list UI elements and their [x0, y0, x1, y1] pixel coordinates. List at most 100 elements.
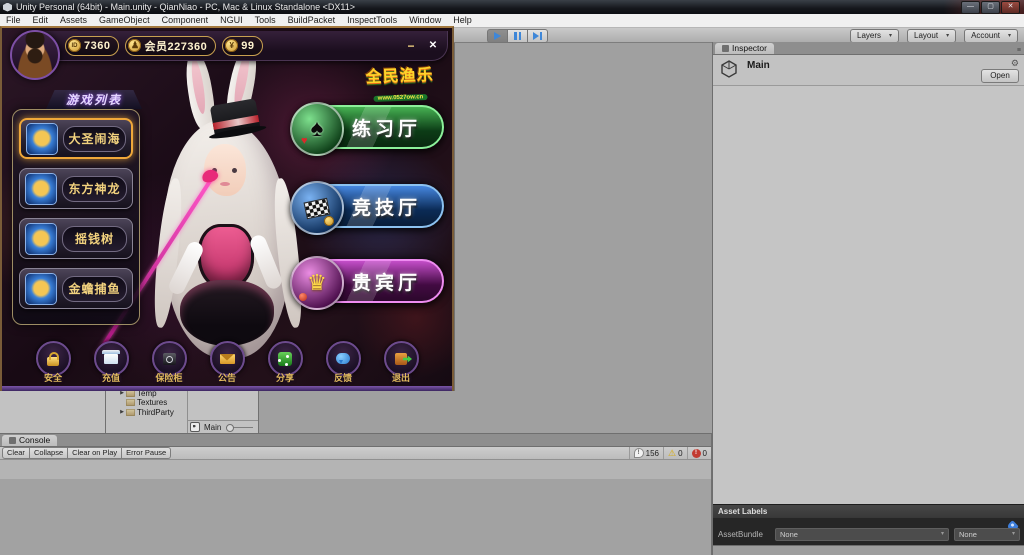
safety-button[interactable]: 安全	[30, 341, 76, 384]
id-badge-icon	[68, 39, 81, 52]
exit-button[interactable]: 退出	[378, 341, 424, 384]
tab-inspector[interactable]: Inspector	[715, 43, 774, 54]
step-button[interactable]	[528, 29, 548, 43]
footer-label: 分享	[276, 371, 294, 384]
game-item-yaoqianshu[interactable]: 摇钱树	[19, 218, 133, 259]
announcement-button[interactable]: 公告	[204, 341, 250, 384]
console-counters: 156 0 0	[629, 447, 711, 459]
assetbundle-dropdown[interactable]: None	[775, 528, 949, 541]
game-thumbnail-icon	[25, 173, 57, 205]
folder-label: ThirdParty	[137, 408, 174, 417]
titlebar: Unity Personal (64bit) - Main.unity - Qi…	[0, 0, 1024, 14]
layout-dropdown[interactable]: Layout	[907, 29, 956, 43]
recharge-button[interactable]: 充值	[88, 341, 134, 384]
console-tab-icon	[9, 437, 16, 444]
folder-row[interactable]: Textures	[106, 398, 187, 408]
shop-icon	[104, 354, 118, 364]
logo-url: www.0527ow.cn	[374, 94, 428, 102]
game-list-title: 游戏列表	[46, 90, 142, 109]
info-count: 156	[646, 449, 659, 458]
game-close-button[interactable]	[425, 38, 441, 53]
game-minimize-button[interactable]	[403, 38, 419, 53]
empty-area	[0, 479, 712, 555]
game-item-label: 东方神龙	[62, 176, 127, 202]
expand-arrow-icon[interactable]	[118, 390, 126, 396]
error-counter[interactable]: 0	[687, 447, 711, 459]
assetbundle-value: None	[780, 529, 798, 540]
share-button[interactable]: 分享	[262, 341, 308, 384]
hall-label: 练习厅	[296, 114, 421, 141]
unity-cube-icon	[719, 59, 739, 79]
thumbnail-zoom-slider[interactable]	[226, 427, 253, 428]
tab-console[interactable]: Console	[2, 435, 57, 446]
vip-hall-button[interactable]: 贵宾厅	[294, 259, 444, 303]
play-icon	[494, 32, 501, 40]
slider-knob[interactable]	[226, 424, 234, 432]
account-dropdown[interactable]: Account	[964, 29, 1018, 43]
game-item-dongfangshenlong[interactable]: 东方神龙	[19, 168, 133, 209]
console-clear-button[interactable]: Clear	[2, 447, 30, 459]
safe-icon	[163, 353, 176, 365]
game-footer-menu: 安全 充值 保险柜 公告 分享 反馈 退出	[30, 341, 424, 384]
game-list-panel: 大圣闹海 东方神龙 摇钱树 金蟾捕鱼	[12, 109, 140, 325]
game-top-bar: 7360 会员227360 99	[28, 31, 448, 61]
trophy-icon	[290, 256, 344, 310]
pause-button[interactable]	[508, 29, 528, 43]
logo-text: 全民渔乐	[351, 60, 448, 87]
feedback-button[interactable]: 反馈	[320, 341, 366, 384]
console-log-area[interactable]	[0, 460, 711, 480]
checker-pattern	[303, 197, 330, 219]
player-id-pill: 7360	[65, 36, 119, 56]
practice-hall-button[interactable]: 练习厅	[294, 105, 444, 149]
window-minimize-button[interactable]: —	[961, 1, 980, 14]
assetbundle-variant-dropdown[interactable]: None	[954, 528, 1020, 541]
inspector-tab-label: Inspector	[732, 43, 767, 54]
footer-label: 保险柜	[155, 371, 182, 384]
console-collapse-toggle[interactable]: Collapse	[30, 447, 68, 459]
console-clear-on-play-toggle[interactable]: Clear on Play	[68, 447, 122, 459]
footer-label: 公告	[218, 371, 236, 384]
member-icon	[128, 39, 141, 52]
variant-value: None	[959, 529, 977, 540]
inspector-panel: Inspector ≡ Main Open Asset Labels Asset…	[712, 42, 1024, 555]
footer-label: 安全	[44, 371, 62, 384]
inspector-header: Main Open	[713, 55, 1024, 86]
warning-icon	[668, 449, 676, 458]
playing-cards-icon	[290, 102, 344, 156]
expand-arrow-icon[interactable]	[118, 409, 126, 415]
open-button[interactable]: Open	[981, 69, 1019, 83]
layers-dropdown[interactable]: Layers	[850, 29, 899, 43]
game-item-dashengnaohai[interactable]: 大圣闹海	[19, 118, 133, 159]
game-thumbnail-icon	[25, 223, 57, 255]
arena-hall-button[interactable]: 竞技厅	[294, 184, 444, 228]
exit-door-icon	[395, 353, 407, 365]
console-tab-label: Console	[19, 435, 50, 446]
game-item-label: 摇钱树	[62, 226, 127, 252]
window-close-button[interactable]: ✕	[1001, 1, 1020, 14]
console-error-pause-toggle[interactable]: Error Pause	[122, 447, 171, 459]
project-footer: Main	[188, 420, 258, 433]
envelope-icon	[220, 354, 235, 364]
gear-icon[interactable]	[1011, 58, 1019, 69]
vault-button[interactable]: 保险柜	[146, 341, 192, 384]
inspector-tab-icon	[722, 45, 729, 52]
game-screen: 7360 会员227360 99 全民渔乐 www.0527ow.cn 游戏列表…	[0, 26, 454, 391]
footer-label: 充值	[102, 371, 120, 384]
game-bottom-strip	[2, 386, 452, 391]
mini-top-hat	[210, 98, 261, 136]
asset-labels-header[interactable]: Asset Labels	[713, 504, 1024, 518]
game-view-pane: Scene Game Asset Store Free Aspect Maxim…	[0, 0, 455, 391]
info-counter[interactable]: 156	[629, 447, 663, 459]
inspector-menu-icon[interactable]: ≡	[1017, 47, 1024, 54]
player-avatar[interactable]	[10, 30, 60, 80]
assetbundle-row: AssetBundle None None	[718, 528, 1020, 541]
folder-row[interactable]: ThirdParty	[106, 408, 187, 418]
play-button[interactable]	[487, 29, 508, 43]
window-title: Unity Personal (64bit) - Main.unity - Qi…	[16, 2, 355, 12]
folder-label: Textures	[137, 398, 167, 407]
member-value: 会员227360	[144, 38, 207, 54]
warning-counter[interactable]: 0	[663, 447, 687, 459]
window-maximize-button[interactable]: ▢	[981, 1, 1000, 14]
inspector-footer	[713, 545, 1024, 555]
game-item-jinchanbuyu[interactable]: 金蟾捕鱼	[19, 268, 133, 309]
